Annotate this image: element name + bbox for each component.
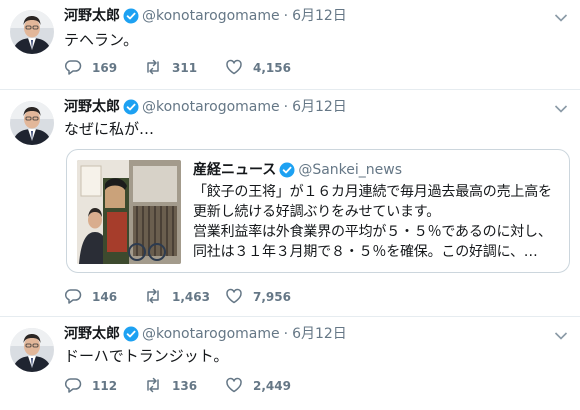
like-button[interactable]: 4,156	[225, 58, 315, 79]
verified-badge-icon	[123, 326, 139, 342]
retweet-count: 136	[172, 379, 198, 393]
tweet[interactable]: 河野太郎 @konotarogomame · 6月12日 なぜに私が… 産経ニュ…	[0, 91, 580, 317]
like-icon	[225, 58, 253, 79]
quoted-tweet-text-line: 更新し続ける好調ぶりをみせています。	[193, 204, 440, 220]
tweet[interactable]: 河野太郎 @konotarogomame · 6月12日 ドーハでトランジット。…	[0, 318, 580, 410]
quoted-tweet-card[interactable]: 産経ニュース @Sankei_news 「餃子の王将」が１６カ月連続で毎月過去最…	[66, 149, 570, 273]
retweet-count: 1,463	[172, 290, 210, 304]
like-icon	[225, 376, 253, 397]
author-name[interactable]: 河野太郎	[64, 6, 120, 26]
tweet-text: テヘラン。	[64, 31, 139, 49]
author-handle[interactable]: @konotarogomame	[142, 6, 280, 26]
author-name[interactable]: 河野太郎	[64, 324, 120, 344]
quoted-author-name[interactable]: 産経ニュース	[193, 160, 276, 180]
author-handle[interactable]: @konotarogomame	[142, 97, 280, 117]
author-name[interactable]: 河野太郎	[64, 97, 120, 117]
reply-button[interactable]: 169	[64, 58, 144, 79]
author-handle[interactable]: @konotarogomame	[142, 324, 280, 344]
tweet-actions: 146 1,463 7,956	[64, 287, 315, 307]
retweet-icon	[144, 58, 172, 79]
retweet-icon	[144, 376, 172, 397]
tweet-text: ドーハでトランジット。	[64, 347, 229, 365]
chevron-down-icon[interactable]	[554, 326, 568, 340]
reply-count: 112	[92, 379, 118, 393]
reply-count: 146	[92, 290, 118, 304]
reply-icon	[64, 287, 92, 308]
like-icon	[225, 287, 253, 308]
reply-icon	[64, 58, 92, 79]
reply-button[interactable]: 146	[64, 287, 144, 308]
like-count: 4,156	[253, 61, 291, 75]
retweet-count: 311	[172, 61, 198, 75]
tweet-date[interactable]: 6月12日	[292, 324, 347, 344]
like-button[interactable]: 7,956	[225, 287, 315, 308]
tweet-date[interactable]: 6月12日	[292, 97, 347, 117]
quoted-tweet-image	[77, 160, 181, 264]
quoted-author-handle[interactable]: @Sankei_news	[298, 160, 402, 180]
verified-badge-icon	[279, 162, 295, 178]
verified-badge-icon	[123, 99, 139, 115]
retweet-button[interactable]: 311	[144, 58, 225, 79]
quoted-tweet-text-line: 同社は３１年３月期で８・５％を確保。この好調に、…	[193, 244, 538, 260]
avatar[interactable]	[10, 10, 54, 54]
verified-badge-icon	[123, 8, 139, 24]
chevron-down-icon[interactable]	[554, 99, 568, 113]
retweet-button[interactable]: 136	[144, 376, 225, 397]
reply-count: 169	[92, 61, 118, 75]
chevron-down-icon[interactable]	[554, 8, 568, 22]
separator-dot: ·	[283, 8, 289, 24]
quoted-tweet-text-line: 営業利益率は外食業界の平均が５・５％であるのに対し、	[193, 224, 552, 240]
tweet[interactable]: 河野太郎 @konotarogomame · 6月12日 テヘラン。 169 3…	[0, 0, 580, 90]
reply-icon	[64, 376, 92, 397]
like-count: 7,956	[253, 290, 291, 304]
avatar[interactable]	[10, 101, 54, 145]
quoted-tweet-text-line: 「餃子の王将」が１６カ月連続で毎月過去最高の売上高を	[193, 184, 552, 200]
tweet-actions: 169 311 4,156	[64, 58, 315, 78]
tweet-text: なぜに私が…	[64, 120, 155, 138]
tweet-date[interactable]: 6月12日	[292, 6, 347, 26]
retweet-icon	[144, 287, 172, 308]
retweet-button[interactable]: 1,463	[144, 287, 225, 308]
like-button[interactable]: 2,449	[225, 376, 315, 397]
tweet-actions: 112 136 2,449	[64, 376, 315, 396]
avatar[interactable]	[10, 328, 54, 372]
separator-dot: ·	[283, 99, 289, 115]
separator-dot: ·	[283, 326, 289, 342]
like-count: 2,449	[253, 379, 291, 393]
reply-button[interactable]: 112	[64, 376, 144, 397]
